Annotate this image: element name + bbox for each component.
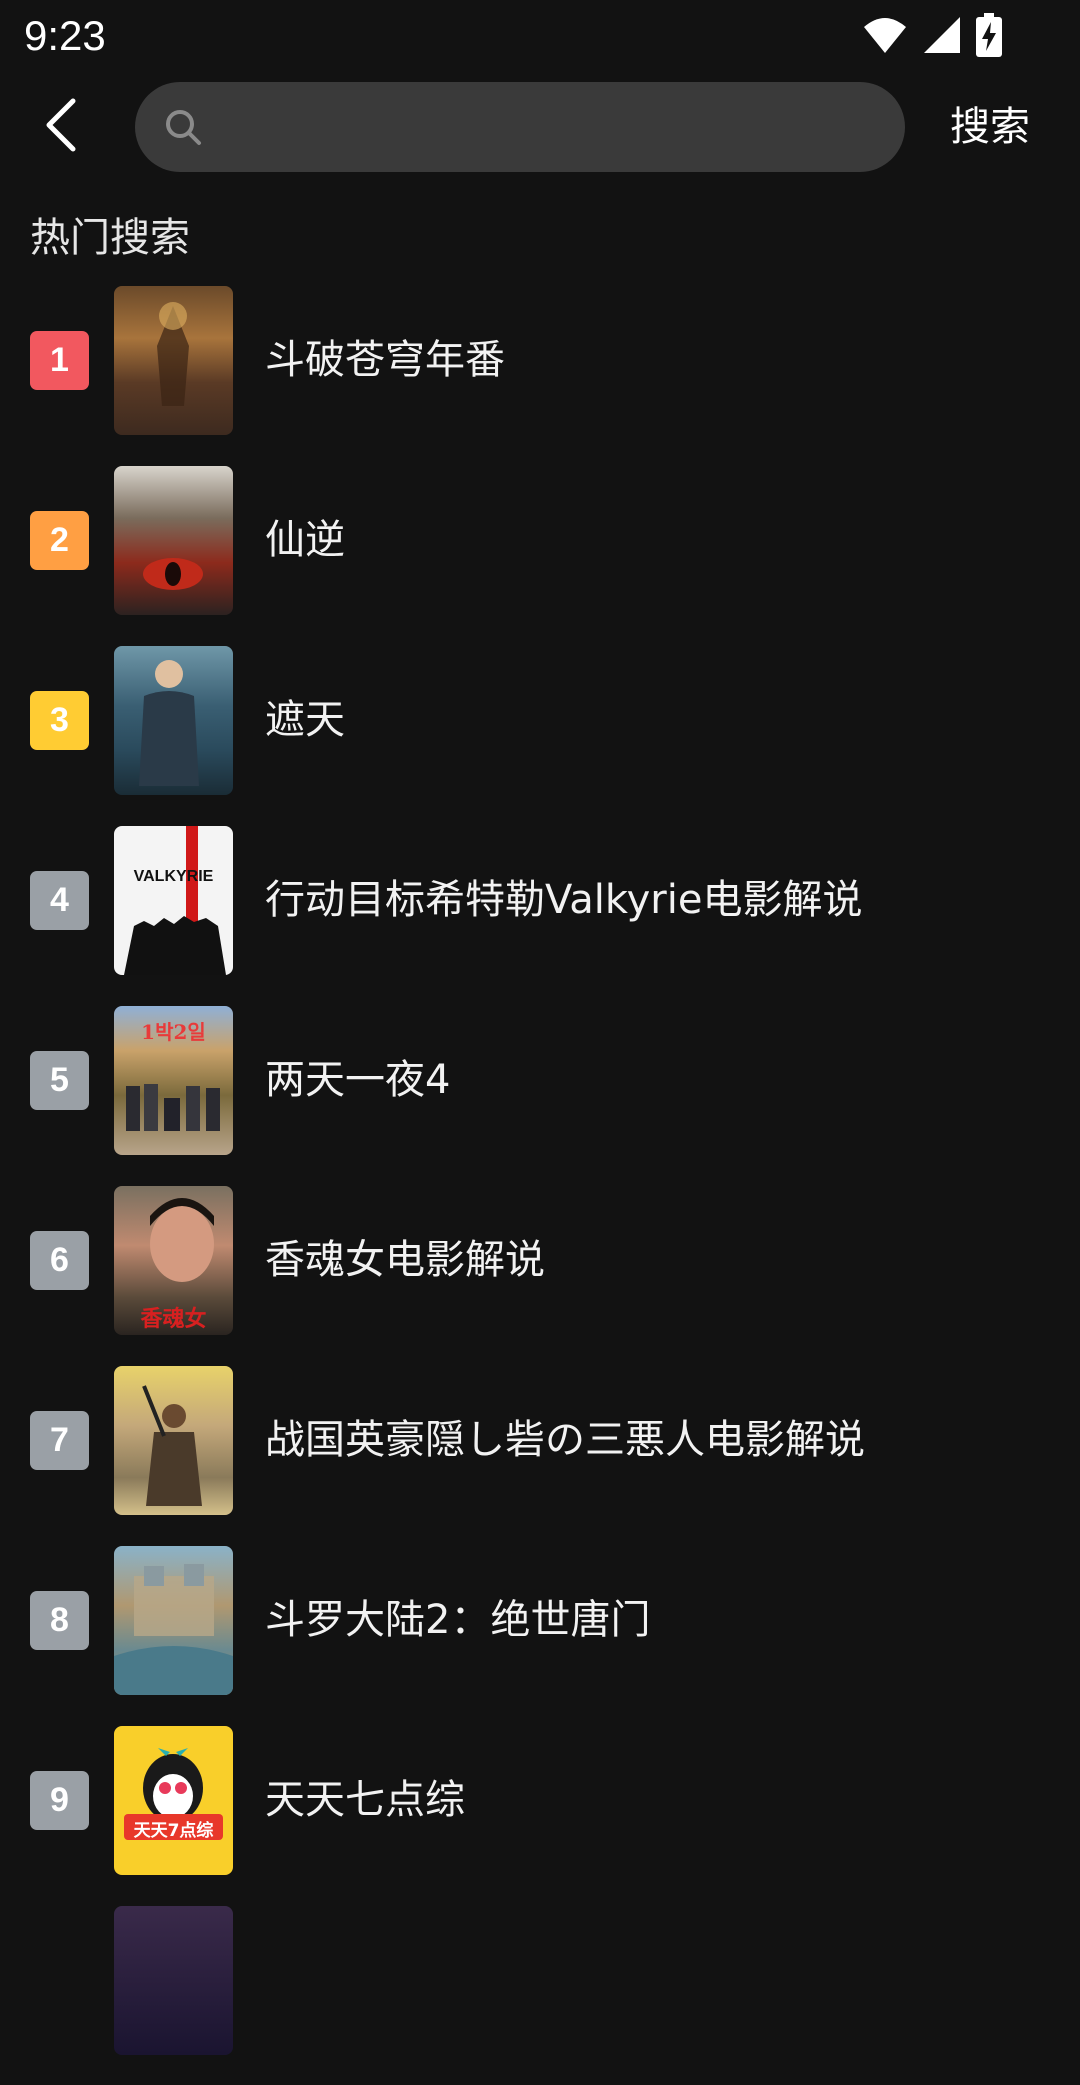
rank-badge: 1 [30,331,89,390]
item-title: 仙逆 [265,517,345,563]
poster-thumbnail: 香魂女 [114,1186,233,1335]
back-button[interactable] [26,92,96,162]
poster-text: 天天7点综 [133,1821,214,1841]
list-item[interactable]: 8 斗罗大陆2：绝世唐门 [0,1545,1080,1725]
hot-search-title: 热门搜索 [30,215,190,261]
poster-thumbnail: 天天7点综 [114,1726,233,1875]
item-title: 战国英豪隠し砦の三悪人电影解说 [265,1417,865,1463]
item-title: 遮天 [265,697,345,743]
item-title: 行动目标希特勒Valkyrie电影解说 [265,877,863,923]
rank-badge: 4 [30,871,89,930]
list-item-partial[interactable] [0,1905,1080,2085]
item-title: 香魂女电影解说 [265,1237,545,1283]
poster-text: 香魂女 [140,1306,207,1332]
poster-text: VALKYRIE [133,868,214,885]
list-item[interactable]: 6 香魂女 香魂女电影解说 [0,1185,1080,1365]
wifi-icon [862,15,908,59]
list-item[interactable]: 4 VALKYRIE 行动目标希特勒Valkyrie电影解说 [0,825,1080,1005]
poster-thumbnail [114,286,233,435]
search-box[interactable] [135,82,905,172]
search-icon [163,107,203,147]
poster-thumbnail [114,466,233,615]
search-button[interactable]: 搜索 [950,92,1030,162]
chevron-left-icon [41,97,81,157]
hot-search-list: 1 斗破苍穹年番 2 仙逆 3 遮天 4 VALKYRIE 行动目标希特勒Val… [0,285,1080,2085]
rank-badge: 9 [30,1771,89,1830]
battery-charging-icon [976,13,1002,61]
list-item[interactable]: 1 斗破苍穹年番 [0,285,1080,465]
list-item[interactable]: 7 战国英豪隠し砦の三悪人电影解说 [0,1365,1080,1545]
poster-thumbnail [114,1906,233,2055]
poster-thumbnail: VALKYRIE [114,826,233,975]
poster-thumbnail [114,1546,233,1695]
search-header: 搜索 [0,72,1080,182]
status-bar: 9:23 [0,0,1080,72]
signal-icon [922,15,962,59]
item-title: 斗罗大陆2：绝世唐门 [265,1597,651,1643]
item-title: 斗破苍穹年番 [265,337,505,383]
poster-thumbnail: 1박2일 [114,1006,233,1155]
item-title: 天天七点综 [265,1777,465,1823]
search-input[interactable] [217,96,875,158]
list-item[interactable]: 3 遮天 [0,645,1080,825]
poster-thumbnail [114,1366,233,1515]
list-item[interactable]: 2 仙逆 [0,465,1080,645]
item-title: 两天一夜4 [265,1057,451,1103]
rank-badge: 3 [30,691,89,750]
list-item[interactable]: 5 1박2일 两天一夜4 [0,1005,1080,1185]
rank-badge: 5 [30,1051,89,1110]
rank-badge: 6 [30,1231,89,1290]
poster-text: 1박2일 [141,1020,206,1044]
list-item[interactable]: 9 天天7点综 天天七点综 [0,1725,1080,1905]
status-time: 9:23 [24,12,106,59]
rank-badge: 2 [30,511,89,570]
status-icons [862,12,1002,62]
rank-badge: 7 [30,1411,89,1470]
rank-badge: 8 [30,1591,89,1650]
poster-thumbnail [114,646,233,795]
